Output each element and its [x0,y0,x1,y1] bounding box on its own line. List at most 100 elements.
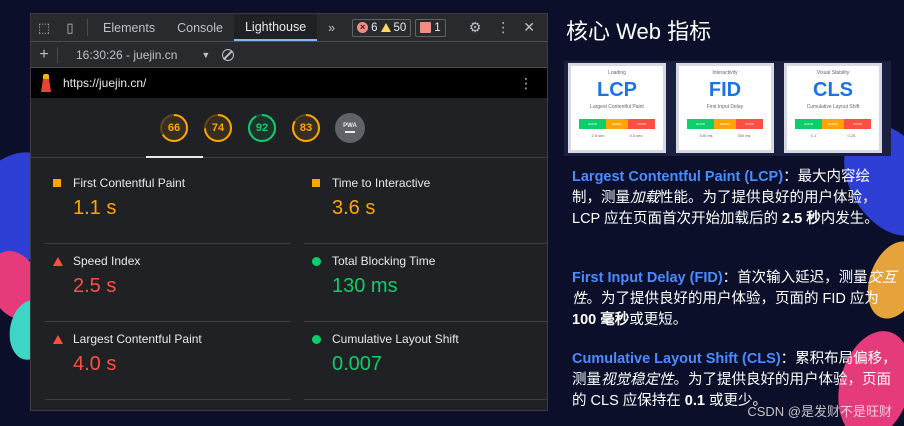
core-web-vitals-illustration: Loading LCP Largest Contentful Paint GOO… [564,61,891,156]
separator: ： [722,270,738,286]
more-icon[interactable]: ⋮ [519,75,547,92]
threshold-bar: GOOD NEEDS IMPROVEMENT POOR [795,119,871,136]
metric-lcp: Largest Contentful Paint 4.0 s [45,322,290,400]
tab-console[interactable]: Console [166,14,234,41]
desc-text: 内发生。 [820,211,879,227]
thumb-acronym: CLS [813,79,853,101]
tab-lighthouse[interactable]: Lighthouse [233,14,318,41]
inspect-icon[interactable]: ⬚ [31,14,57,41]
report-selector[interactable]: 16:30:26 - juejin.cn [76,48,177,62]
more-tabs-button[interactable]: » [317,14,346,41]
chevron-down-icon[interactable]: ▼ [201,50,210,60]
gauge-score: 83 [299,121,313,134]
desc-strong: 100 毫秒 [572,312,630,328]
error-warning-counter[interactable]: × 6 50 [352,18,412,37]
report-url[interactable]: https://juejin.cn/ [63,76,146,90]
tick-label: 0.1 [810,133,817,138]
desc-text: 。为了提供良好的用户体验，页面的 FID 应为 [586,291,879,307]
metric-label: Speed Index [73,254,141,268]
fid-term: First Input Delay (FID) [572,270,723,286]
more-icon[interactable]: ⋮ [491,19,515,36]
poor-triangle-icon [53,334,63,344]
panel-title: 核心 Web 指标 [566,19,712,44]
gauge-best-practices[interactable]: 92 [247,113,277,143]
good-circle-icon [312,256,321,266]
threshold-ticks: 0.1 0.25 [795,133,871,138]
good-circle-icon [312,334,321,344]
average-square-icon [53,179,61,187]
poor-triangle-icon [53,256,63,266]
warning-icon [380,23,391,32]
desc-emphasis: 视觉稳定性 [601,372,674,388]
divider [87,19,88,36]
thumb-category: Visual Stability [816,70,850,76]
lighthouse-logo-icon [39,74,53,92]
metric-label: Largest Contentful Paint [73,332,202,346]
cls-thumbnail: Visual Stability CLS Cumulative Layout S… [784,63,882,153]
bar-label: NEEDS IMPROVEMENT [821,119,845,136]
threshold-ticks: 100 ms 300 ms [687,133,763,138]
divider [57,46,58,63]
metric-label: Time to Interactive [332,176,431,190]
metrics-grid: First Contentful Paint 1.1 s Time to Int… [31,158,547,400]
lighthouse-toolbar: + 16:30:26 - juejin.cn ▼ [31,42,547,68]
tick-label: 4.0 sec [629,133,643,138]
gauge-performance[interactable]: 66 [159,113,189,143]
cls-term: Cumulative Layout Shift (CLS) [572,351,781,367]
thumb-fullname: First Input Delay [706,104,744,110]
devtools-tabbar: ⬚ ▯ Elements Console Lighthouse » × 6 50… [31,14,547,42]
bar-label: NEEDS IMPROVEMENT [605,119,629,136]
bar-label: GOOD [687,119,714,129]
bar-label: GOOD [579,119,606,129]
bar-label: GOOD [795,119,822,129]
score-gauges: 66 74 92 83 PWA [31,98,547,158]
report-url-bar: https://juejin.cn/ ⋮ [31,68,547,98]
new-report-button[interactable]: + [35,46,53,64]
devtools-panel: ⬚ ▯ Elements Console Lighthouse » × 6 50… [30,13,548,411]
metric-label: Total Blocking Time [332,254,436,268]
thumb-acronym: LCP [597,79,637,101]
separator: ： [780,351,796,367]
block-icon[interactable] [222,48,235,61]
tick-label: 100 ms [699,133,713,138]
status-badges: × 6 50 1 ⚙ ⋮ ✕ [352,14,547,41]
thumb-category: Interactivity [712,70,738,76]
selected-gauge-indicator [146,156,203,158]
settings-icon[interactable]: ⚙ [463,19,488,36]
threshold-bar: GOOD NEEDS IMPROVEMENT POOR [579,119,655,136]
warning-count: 50 [393,21,407,34]
desc-text: 或更短。 [629,312,688,328]
gauge-pwa[interactable]: PWA [335,112,365,143]
bar-label: POOR [736,119,763,129]
bar-label: POOR [628,119,655,129]
threshold-ticks: 2.5 sec 4.0 sec [579,133,655,138]
gauge-score: 92 [255,121,269,134]
error-count: 6 [371,21,378,34]
watermark: CSDN @是发财不是旺财 [747,404,892,419]
device-toolbar-icon[interactable]: ▯ [57,14,83,41]
desc-strong: 2.5 秒 [782,211,821,227]
gauge-score: 66 [167,121,181,134]
average-square-icon [312,179,320,187]
lcp-term: Largest Contentful Paint (LCP) [572,169,784,185]
thumb-fullname: Cumulative Layout Shift [806,104,860,110]
tick-label: 300 ms [737,133,751,138]
tick-label: 2.5 sec [591,133,605,138]
gauge-score: 74 [211,121,225,134]
metric-value: 130 ms [332,275,398,297]
metric-tbt: Total Blocking Time 130 ms [304,244,547,322]
gauge-label: PWA [343,122,357,129]
error-icon: × [357,22,369,33]
gauge-seo[interactable]: 83 [291,113,321,143]
na-dash [345,130,355,133]
separator: ： [783,169,798,185]
close-icon[interactable]: ✕ [519,19,543,36]
issues-counter[interactable]: 1 [415,18,446,37]
fid-thumbnail: Interactivity FID First Input Delay GOOD… [676,63,774,153]
gauge-accessibility[interactable]: 74 [203,113,233,143]
metric-tti: Time to Interactive 3.6 s [304,166,547,244]
metric-value: 3.6 s [332,197,376,219]
tab-elements[interactable]: Elements [92,14,166,41]
bar-label: NEEDS IMPROVEMENT [713,119,737,136]
metric-label: Cumulative Layout Shift [332,332,459,346]
